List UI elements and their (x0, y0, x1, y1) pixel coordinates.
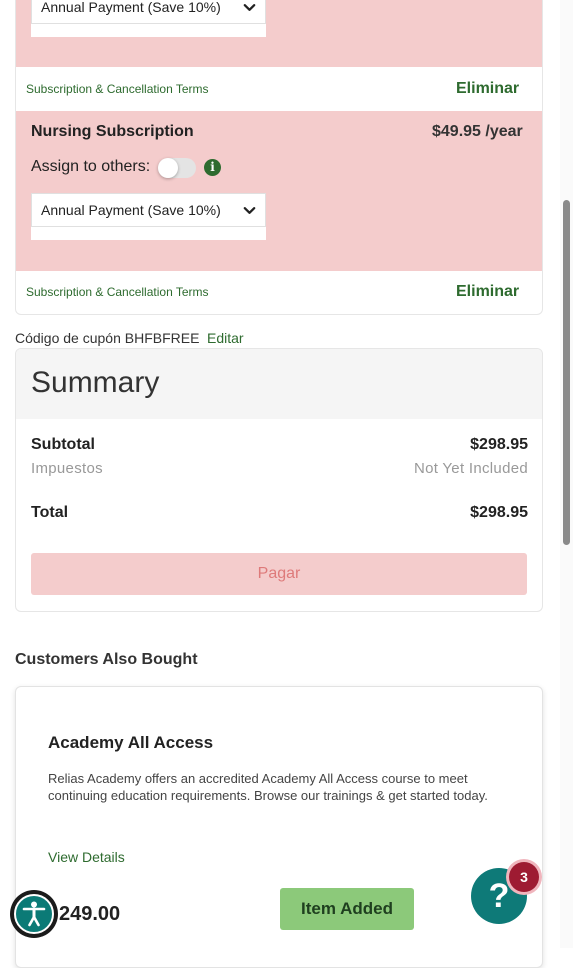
view-details-link[interactable]: View Details (48, 849, 125, 865)
subscription-name: Nursing Subscription (31, 123, 194, 140)
cart-item-1: Annual Payment (Save 10%) (16, 0, 542, 67)
terms-link-2[interactable]: Subscription & Cancellation Terms (26, 285, 209, 299)
cart-item-2: Nursing Subscription $49.95 /year Assign… (16, 111, 542, 271)
question-mark-icon: ? (488, 876, 510, 915)
chevron-down-icon (243, 206, 256, 214)
summary-card: Summary Subtotal $298.95 Impuestos Not Y… (15, 348, 543, 612)
total-label: Total (31, 504, 69, 521)
product-description: Relias Academy offers an accredited Acad… (48, 771, 488, 803)
product-name: Academy All Access (48, 733, 214, 752)
item-added-button[interactable]: Item Added (280, 888, 414, 930)
terms-link-1[interactable]: Subscription & Cancellation Terms (26, 82, 209, 96)
payment-option-value: Annual Payment (Save 10%) (41, 202, 221, 218)
pay-button[interactable]: Pagar (31, 553, 527, 595)
payment-option-select-2[interactable]: Annual Payment (Save 10%) (31, 193, 266, 227)
chevron-down-icon (243, 3, 256, 11)
tax-label: Impuestos (31, 460, 103, 477)
subtotal-label: Subtotal (31, 436, 95, 453)
info-icon[interactable]: i (204, 159, 221, 176)
accessibility-button[interactable] (10, 890, 58, 938)
cart-card: Annual Payment (Save 10%) Subscription &… (15, 0, 543, 315)
subscription-price: $49.95 /year (432, 123, 523, 140)
select-spacer (31, 24, 266, 37)
assign-toggle[interactable] (158, 158, 196, 178)
accessibility-icon (14, 894, 54, 934)
coupon-edit-link[interactable]: Editar (207, 330, 244, 346)
subtotal-value: $298.95 (470, 436, 528, 453)
also-bought-title: Customers Also Bought (15, 651, 198, 668)
total-value: $298.95 (470, 504, 528, 521)
coupon-label: Código de cupón BHFBFREE (15, 330, 200, 346)
notification-badge: 3 (509, 862, 539, 892)
summary-header: Summary (16, 349, 542, 419)
remove-button-1[interactable]: Eliminar (456, 80, 519, 98)
select-spacer (31, 227, 266, 240)
payment-option-select-1[interactable]: Annual Payment (Save 10%) (31, 0, 266, 24)
assign-label: Assign to others: (31, 158, 151, 175)
payment-option-value: Annual Payment (Save 10%) (41, 0, 221, 15)
tax-value: Not Yet Included (413, 460, 528, 477)
summary-title: Summary (31, 366, 160, 399)
scrollbar-thumb[interactable] (563, 200, 570, 545)
toggle-knob (158, 158, 178, 178)
product-card: Academy All Access Relias Academy offers… (15, 686, 543, 968)
remove-button-2[interactable]: Eliminar (456, 283, 519, 301)
product-price: 249.00 (59, 903, 121, 925)
